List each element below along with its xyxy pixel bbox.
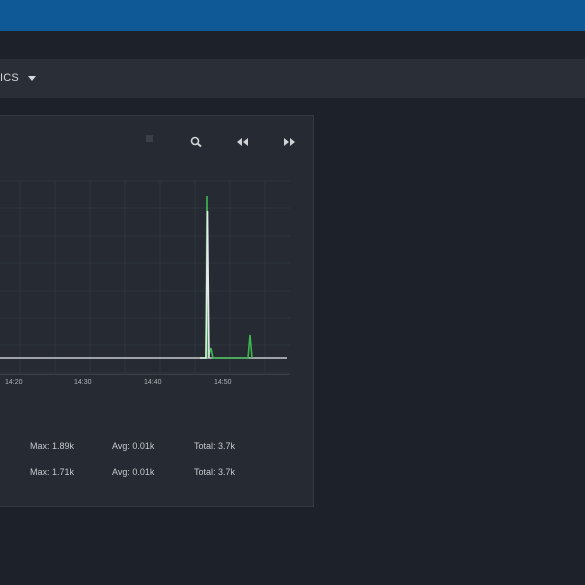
series-2-total: Total: 3.7k (194, 467, 236, 477)
line-chart (0, 180, 290, 375)
x-tick-label: 14:50 (214, 379, 232, 386)
series-2-avg: Avg: 0.01k (112, 467, 155, 477)
x-tick-label: 14:40 (144, 379, 162, 386)
chart-grid (0, 180, 290, 374)
chart-panel: 14:20 14:30 14:40 14:50 Max: 1.89k Avg: … (0, 115, 314, 507)
series-1-max: Max: 1.89k (30, 441, 75, 451)
series-1-total: Total: 3.7k (194, 441, 236, 451)
dashboard-toolbar: ICS (0, 60, 585, 98)
series-2-max: Max: 1.71k (30, 467, 75, 477)
top-bar (0, 0, 585, 31)
header-strip (0, 31, 585, 60)
dashboard-selector-label[interactable]: ICS (0, 72, 19, 84)
x-tick-label: 14:30 (74, 379, 92, 386)
series-1-avg: Avg: 0.01k (112, 441, 155, 451)
chevron-down-icon[interactable] (28, 76, 36, 82)
x-axis-tick-marks (0, 374, 290, 375)
x-tick-label: 14:20 (5, 379, 23, 386)
